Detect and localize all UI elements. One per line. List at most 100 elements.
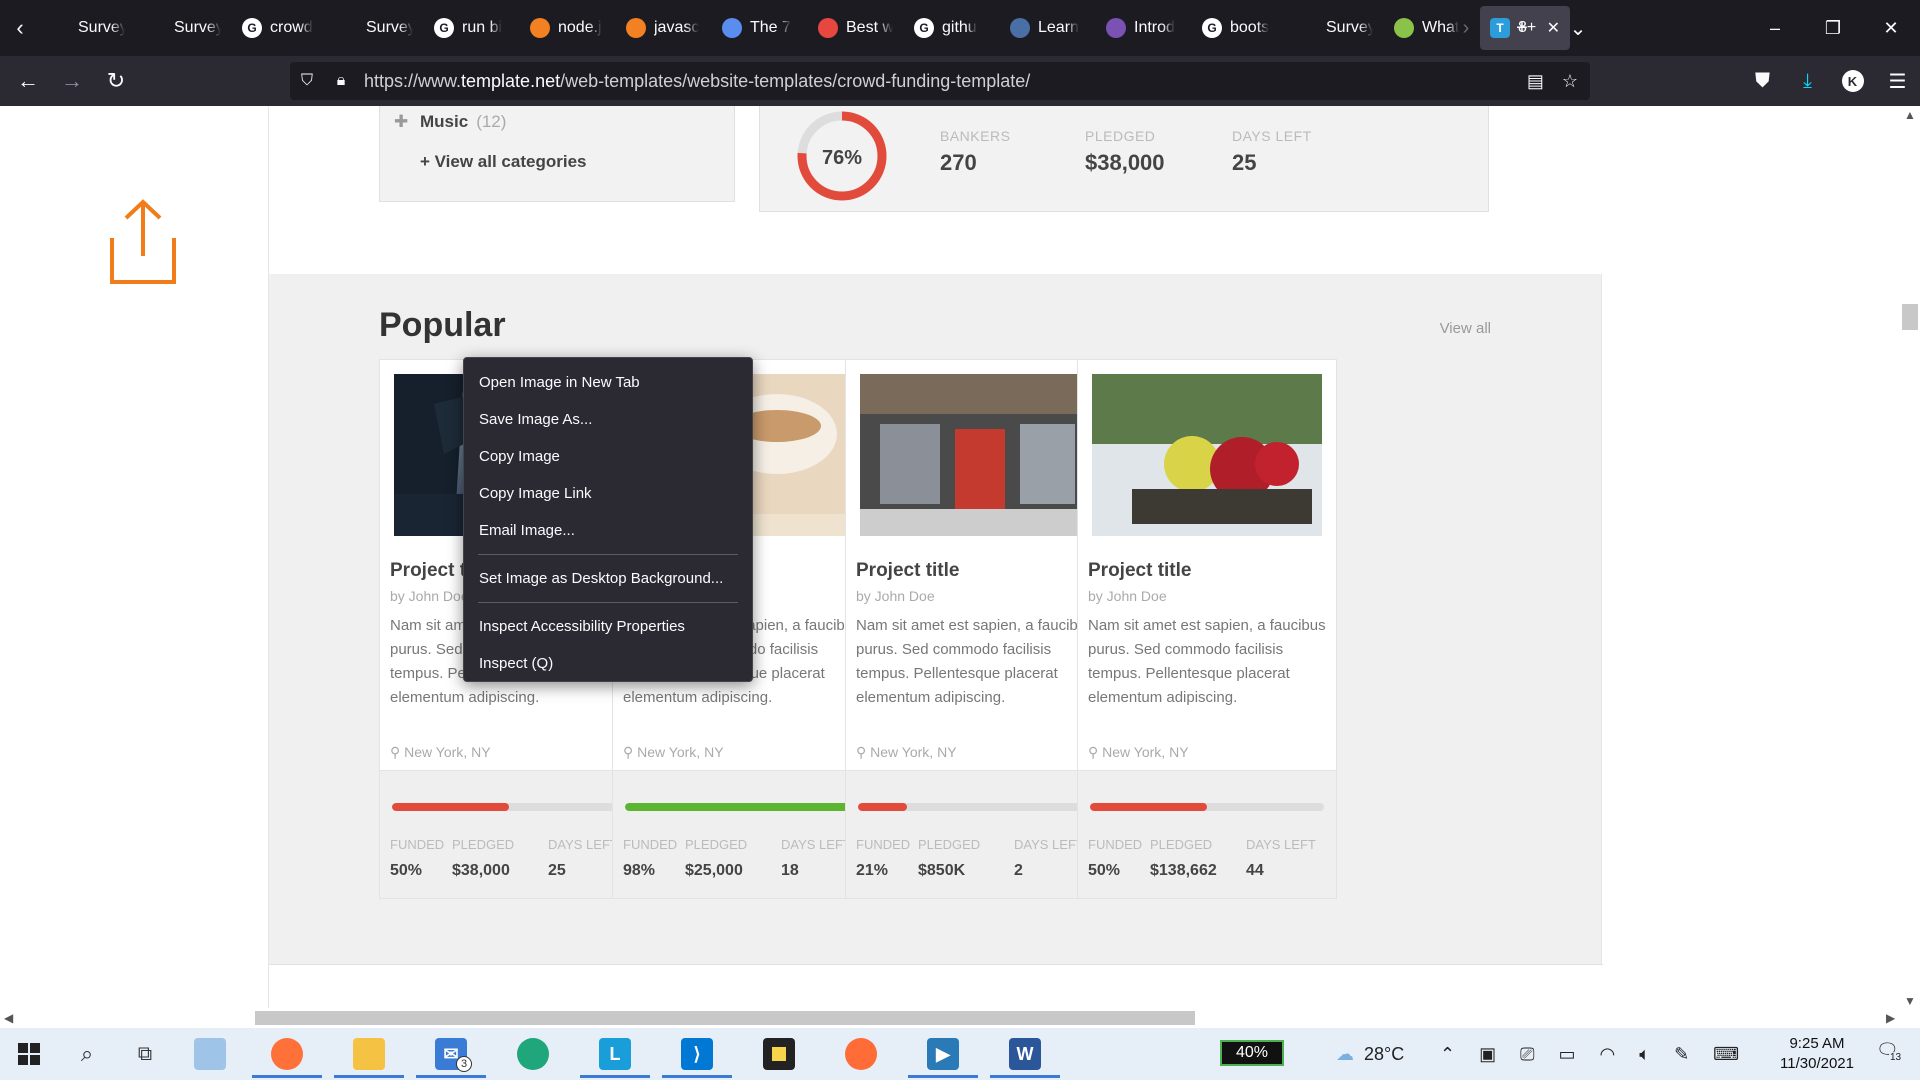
display-icon[interactable]: ⎚	[1520, 1044, 1534, 1065]
back-icon[interactable]: ←	[6, 61, 50, 101]
pen-icon[interactable]: ✎	[1674, 1044, 1689, 1065]
stackoverflow-icon	[626, 18, 646, 38]
tab-8[interactable]: Best w	[808, 6, 903, 50]
chevron-up-icon[interactable]: ⌃	[1440, 1044, 1455, 1065]
learn-icon	[1010, 18, 1030, 38]
tab-4[interactable]: Grun bi	[424, 6, 519, 50]
pocket-icon[interactable]: ⛊	[1740, 70, 1785, 93]
search-icon[interactable]: ⌕	[58, 1028, 116, 1080]
tab-10[interactable]: Learn	[1000, 6, 1095, 50]
volume-icon[interactable]: 🔈︎	[1639, 1044, 1650, 1065]
pledged-value: $850K	[918, 862, 966, 879]
tab-5[interactable]: node.j	[520, 6, 615, 50]
taskbar-app-word[interactable]: W	[984, 1028, 1066, 1080]
taskbar-app-firefox[interactable]	[246, 1028, 328, 1080]
menu-open-image-new-tab[interactable]: Open Image in New Tab	[464, 364, 752, 401]
taskbar-app-media[interactable]: ▶	[902, 1028, 984, 1080]
list-all-tabs-icon[interactable]: ⌄	[1550, 0, 1606, 56]
taskbar-app-sticky[interactable]	[738, 1028, 820, 1080]
battery-indicator[interactable]: 40%	[1220, 1040, 1284, 1066]
url-bar[interactable]: ⛉ 🔒︎ https://www.template.net/web-templa…	[290, 62, 1590, 100]
camera-icon[interactable]: ▣	[1479, 1044, 1496, 1065]
tab-bar-controls: › + ⌄ – ❐ ✕	[1438, 0, 1920, 56]
horizontal-scrollbar[interactable]: ◀ ▶	[0, 1008, 1920, 1028]
weather-widget[interactable]: ☁ 28°C	[1336, 1028, 1404, 1080]
tab-scroll-left-icon[interactable]: ‹	[0, 0, 40, 56]
taskbar-app-explorer[interactable]	[328, 1028, 410, 1080]
location-pin-icon: ⚲	[856, 744, 871, 760]
task-view-icon[interactable]: ⧉	[116, 1028, 174, 1080]
scroll-up-icon[interactable]: ▲	[1904, 108, 1916, 122]
survey-icon	[338, 18, 358, 38]
menu-set-desktop-background[interactable]: Set Image as Desktop Background...	[464, 560, 752, 597]
close-window-icon[interactable]: ✕	[1862, 0, 1920, 56]
toys-photo[interactable]	[860, 374, 1090, 536]
keyboard-icon[interactable]: ⌨	[1713, 1044, 1739, 1065]
taskbar-app-notepad[interactable]	[174, 1028, 246, 1080]
scroll-down-icon[interactable]: ▼	[1904, 994, 1916, 1008]
menu-separator	[478, 554, 738, 555]
taskbar-app-postman[interactable]	[820, 1028, 902, 1080]
tab-1[interactable]: Survey For	[136, 6, 231, 50]
tab-7[interactable]: The 7	[712, 6, 807, 50]
tab-3[interactable]: Survey For	[328, 6, 423, 50]
account-button[interactable]: K	[1830, 70, 1875, 92]
funding-progress-fill	[1090, 803, 1207, 811]
tab-11[interactable]: Introd	[1096, 6, 1191, 50]
tab-9[interactable]: Ggithu	[904, 6, 999, 50]
vertical-scroll-thumb[interactable]	[1902, 304, 1918, 330]
new-tab-icon[interactable]: +	[1494, 0, 1550, 56]
tab-12[interactable]: Gboots	[1192, 6, 1287, 50]
menu-inspect-accessibility[interactable]: Inspect Accessibility Properties	[464, 608, 752, 645]
category-item[interactable]: ✚ Music (12)	[394, 112, 506, 132]
reload-icon[interactable]: ↻	[94, 61, 138, 101]
tab-2[interactable]: Gcrowd	[232, 6, 327, 50]
taskbar-app-edge[interactable]	[492, 1028, 574, 1080]
edge-icon	[517, 1038, 549, 1070]
tab-13[interactable]: Survey For	[1288, 6, 1383, 50]
share-icon[interactable]	[106, 198, 180, 286]
restore-icon[interactable]: ❐	[1804, 0, 1862, 56]
menu-email-image[interactable]: Email Image...	[464, 512, 752, 549]
tab-label: Survey For	[78, 19, 125, 36]
taskbar-app-vscode[interactable]: ⟩	[656, 1028, 738, 1080]
scroll-left-icon[interactable]: ◀	[4, 1011, 13, 1025]
minimize-icon[interactable]: –	[1746, 0, 1804, 56]
taskbar-app-mail[interactable]: ✉ 3	[410, 1028, 492, 1080]
menu-inspect[interactable]: Inspect (Q)	[464, 645, 752, 682]
tab-0[interactable]: Survey For	[40, 6, 135, 50]
menu-copy-image[interactable]: Copy Image	[464, 438, 752, 475]
flowers-photo[interactable]	[1092, 374, 1322, 536]
view-all-link[interactable]: View all	[1440, 320, 1491, 337]
project-card[interactable]: Project title by John Doe Nam sit amet est…	[1077, 359, 1337, 899]
downloads-icon[interactable]: ⤓	[1785, 70, 1830, 93]
start-button[interactable]	[0, 1028, 58, 1080]
notification-center-icon[interactable]: 🗨︎ 13	[1876, 1040, 1904, 1068]
taskbar-app-l[interactable]: L	[574, 1028, 656, 1080]
windows-taskbar: ⌕ ⧉ ✉ 3 L ⟩ ▶ W 40% ☁ 28°C ⌃ ▣ ⎚ ▭ ◠ 🔈︎ ✎ …	[0, 1028, 1920, 1080]
scroll-right-icon[interactable]: ▶	[1886, 1011, 1895, 1025]
view-all-categories-link[interactable]: + View all categories	[420, 152, 586, 172]
menu-copy-image-link[interactable]: Copy Image Link	[464, 475, 752, 512]
tab-6[interactable]: javasc	[616, 6, 711, 50]
url-text[interactable]: https://www.template.net/web-templates/w…	[364, 71, 1030, 92]
clock[interactable]: 9:25 AM 11/30/2021	[1772, 1034, 1862, 1074]
project-card[interactable]: Project title by John Doe Nam sit amet est…	[845, 359, 1105, 899]
tab-scroll-right-icon[interactable]: ›	[1438, 0, 1494, 56]
project-title[interactable]: Project title	[856, 560, 959, 582]
menu-save-image-as[interactable]: Save Image As...	[464, 401, 752, 438]
shield-icon[interactable]: ⛉	[290, 72, 324, 90]
wifi-icon[interactable]: ◠	[1600, 1044, 1616, 1065]
battery-icon[interactable]: ▭	[1559, 1044, 1576, 1065]
forward-icon[interactable]: →	[50, 61, 94, 101]
location-pin-icon: ⚲	[623, 744, 638, 760]
vertical-scrollbar[interactable]: ▲ ▼	[1900, 106, 1920, 1010]
lock-icon[interactable]: 🔒︎	[324, 72, 358, 90]
pledged-label: PLEDGED	[1150, 837, 1213, 852]
menu-hamburger-icon[interactable]: ☰	[1875, 69, 1920, 94]
bookmark-star-icon[interactable]: ☆	[1562, 71, 1578, 92]
project-title[interactable]: Project title	[1088, 560, 1191, 582]
reader-view-icon[interactable]: ▤	[1527, 71, 1544, 92]
url-bar-actions: ▤ ☆	[1527, 62, 1578, 100]
horizontal-scroll-thumb[interactable]	[255, 1011, 1195, 1025]
